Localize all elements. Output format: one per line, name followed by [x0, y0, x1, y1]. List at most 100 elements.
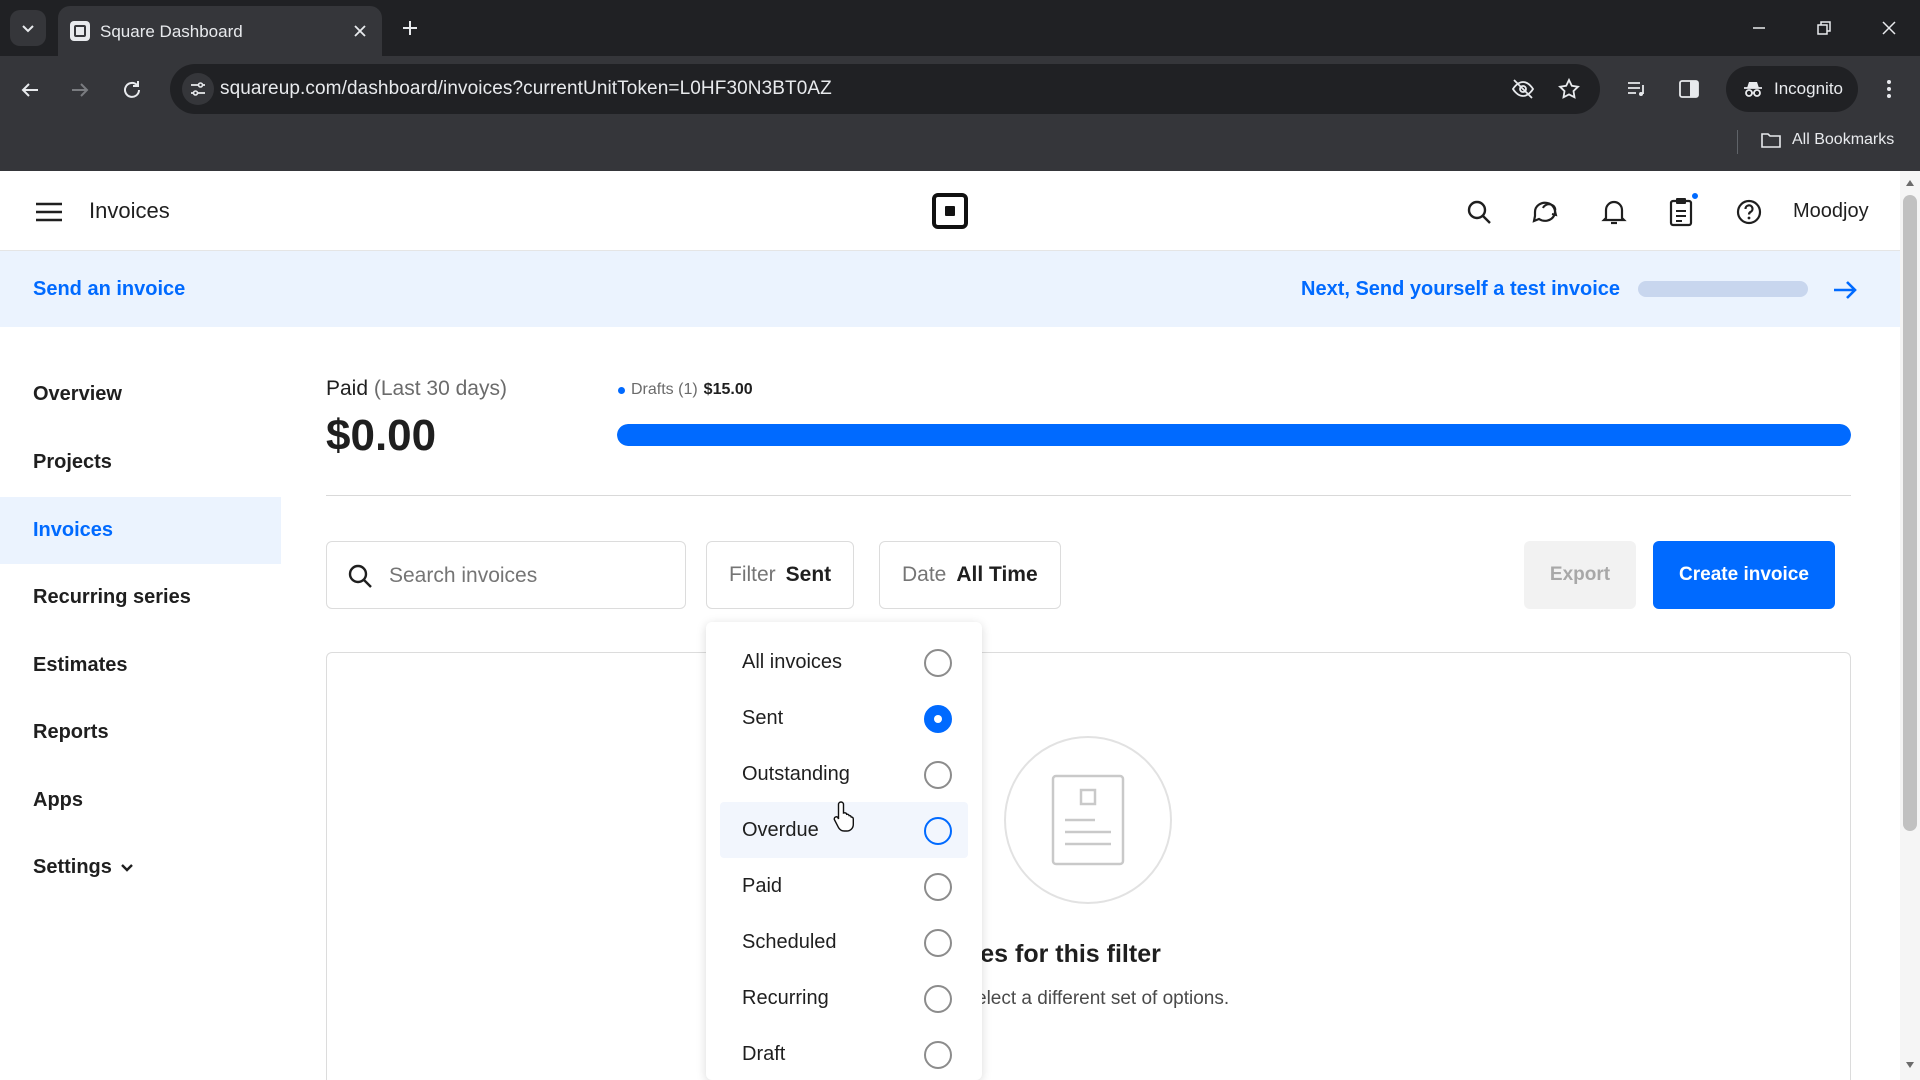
plus-icon [403, 21, 417, 35]
sidebar-item-overview[interactable]: Overview [0, 361, 281, 428]
legend-dot [618, 386, 625, 394]
side-panel-button[interactable] [1674, 74, 1704, 104]
create-invoice-button[interactable]: Create invoice [1653, 541, 1835, 609]
messages-button[interactable] [1529, 195, 1563, 229]
triangle-up-icon [1906, 180, 1914, 186]
search-invoices-field[interactable] [326, 541, 686, 609]
reload-button[interactable] [114, 72, 150, 108]
onboarding-banner: Send an invoice Next, Send yourself a te… [0, 251, 1900, 327]
radio-button[interactable] [924, 761, 952, 789]
incognito-badge[interactable]: Incognito [1726, 66, 1858, 112]
chat-bubbles-icon [1532, 201, 1558, 223]
option-label: Sent [742, 706, 784, 729]
minimize-button[interactable] [1745, 14, 1773, 42]
sidebar-item-label: Estimates [33, 654, 128, 676]
all-bookmarks-button[interactable]: All Bookmarks [1760, 130, 1894, 150]
radio-button[interactable] [924, 929, 952, 957]
address-bar[interactable]: squareup.com/dashboard/invoices?currentU… [170, 64, 1600, 114]
tracking-protection-button[interactable] [1510, 76, 1536, 102]
filter-option-paid[interactable]: Paid [720, 858, 968, 914]
sidebar-item-label: Overview [33, 383, 122, 405]
media-controls-button[interactable] [1622, 74, 1652, 104]
scroll-up-button[interactable] [1903, 176, 1917, 190]
bell-icon [1601, 200, 1627, 225]
drafts-bar-segment [617, 424, 1851, 446]
date-key: Date [902, 563, 947, 586]
triangle-down-icon [1906, 1062, 1914, 1068]
star-icon [1558, 77, 1580, 99]
paid-label: Paid [326, 377, 369, 400]
send-invoice-link[interactable]: Send an invoice [33, 278, 185, 301]
back-button[interactable] [12, 72, 48, 108]
export-button[interactable]: Export [1524, 541, 1636, 609]
site-info-button[interactable] [182, 73, 214, 105]
sidebar-item-apps[interactable]: Apps [0, 767, 281, 834]
sidebar-item-label: Reports [33, 721, 109, 743]
sidebar-item-projects[interactable]: Projects [0, 429, 281, 496]
page-scrollbar-thumb[interactable] [1903, 195, 1917, 831]
help-button[interactable] [1732, 195, 1766, 229]
clipboard-icon [1669, 198, 1693, 227]
sidebar-item-label: Apps [33, 789, 83, 811]
sidebar-item-settings[interactable]: Settings [0, 834, 281, 901]
square-logo[interactable] [932, 193, 968, 229]
filter-option-draft[interactable]: Draft [720, 1026, 968, 1080]
radio-button[interactable] [924, 873, 952, 901]
filter-option-sent[interactable]: Sent [720, 690, 968, 746]
radio-button[interactable] [924, 705, 952, 733]
paid-amount: $0.00 [326, 411, 437, 460]
period-label: (Last 30 days) [373, 377, 507, 400]
account-menu[interactable]: Moodjoy [1793, 200, 1869, 223]
filter-key: Filter [729, 563, 776, 586]
empty-invoice-illustration [1004, 736, 1172, 904]
sidebar-nav: Overview Projects Invoices Recurring ser… [0, 327, 281, 1080]
sidebar-item-recurring-series[interactable]: Recurring series [0, 564, 281, 631]
playlist-icon [1628, 82, 1644, 96]
radio-button[interactable] [924, 985, 952, 1013]
scroll-down-button[interactable] [1903, 1058, 1917, 1072]
next-step-link[interactable]: Next, Send yourself a test invoice [1301, 278, 1620, 301]
sidebar-item-invoices[interactable]: Invoices [0, 497, 281, 564]
browser-menu-button[interactable] [1874, 74, 1904, 104]
next-step-arrow-button[interactable] [1830, 275, 1860, 305]
filter-dropdown-button[interactable]: Filter Sent [706, 541, 855, 609]
browser-tab-strip: Square Dashboard [0, 0, 1920, 56]
radio-button[interactable] [924, 649, 952, 677]
sidebar-item-estimates[interactable]: Estimates [0, 632, 281, 699]
filter-option-all-invoices[interactable]: All invoices [720, 634, 968, 690]
search-input[interactable] [389, 556, 669, 596]
search-button[interactable] [1462, 195, 1496, 229]
browser-tab[interactable]: Square Dashboard [58, 6, 382, 56]
radio-button[interactable] [924, 817, 952, 845]
new-tab-button[interactable] [396, 14, 424, 42]
sidebar-item-label: Invoices [33, 519, 114, 541]
option-label: Outstanding [742, 762, 850, 785]
tasks-button[interactable] [1664, 191, 1700, 229]
date-range-button[interactable]: Date All Time [879, 541, 1061, 609]
filter-option-scheduled[interactable]: Scheduled [720, 914, 968, 970]
option-label: Recurring [742, 986, 829, 1009]
menu-button[interactable] [32, 195, 66, 229]
incognito-icon [1744, 82, 1762, 97]
bookmark-star-button[interactable] [1556, 76, 1582, 102]
tab-search-button[interactable] [10, 10, 46, 46]
onboarding-progress-bar [1638, 281, 1808, 297]
reload-icon [124, 81, 140, 98]
restore-button[interactable] [1810, 14, 1838, 42]
drafts-legend: Drafts (1) $15.00 [618, 381, 753, 399]
chevron-down-icon [121, 863, 133, 872]
sidebar-item-label: Settings [33, 856, 112, 878]
close-tab-button[interactable] [348, 19, 372, 43]
filter-option-recurring[interactable]: Recurring [720, 970, 968, 1026]
notifications-button[interactable] [1597, 195, 1631, 229]
radio-button[interactable] [924, 1041, 952, 1069]
forward-button[interactable] [62, 72, 98, 108]
sidebar-item-reports[interactable]: Reports [0, 699, 281, 766]
arrow-left-icon [21, 83, 38, 97]
bookmarks-separator [1737, 130, 1738, 154]
close-window-button[interactable] [1875, 14, 1903, 42]
filter-option-outstanding[interactable]: Outstanding [720, 746, 968, 802]
summary-divider [326, 495, 1851, 496]
app-header: Invoices Moodjoy [0, 171, 1900, 251]
folder-icon [1761, 133, 1781, 148]
